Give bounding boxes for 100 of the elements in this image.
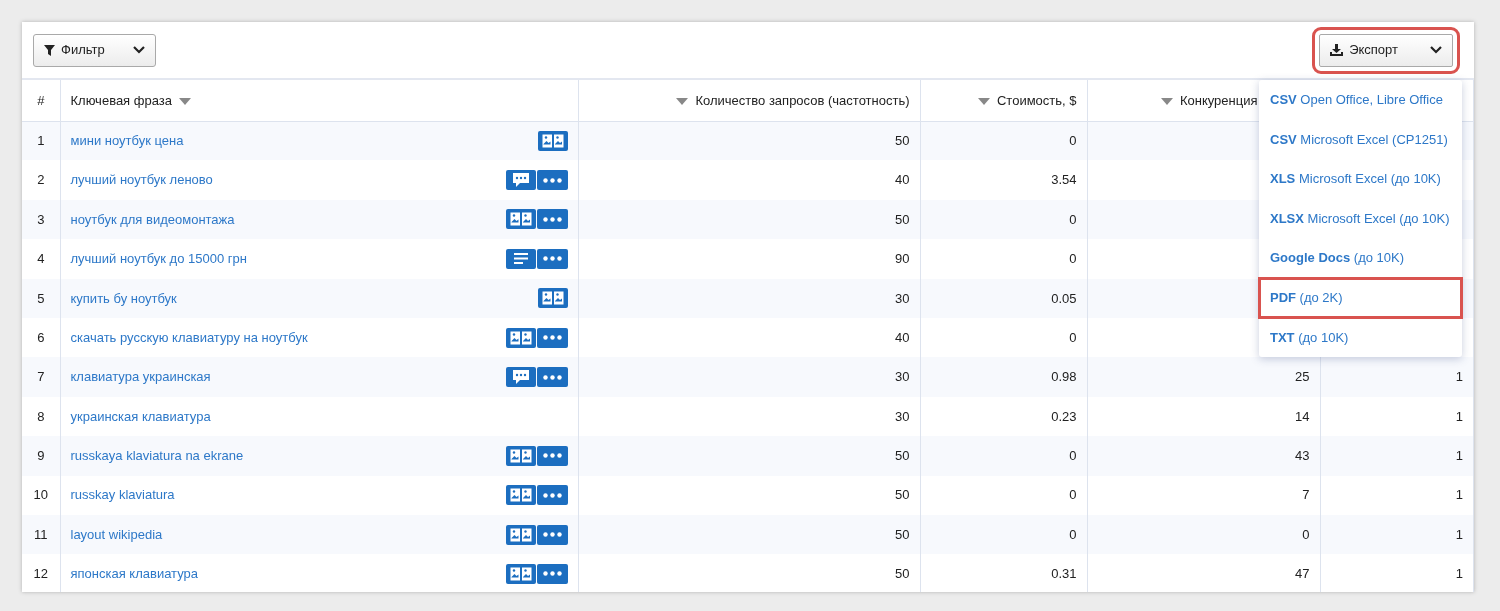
competition-value: 47 <box>1295 566 1310 582</box>
more-button[interactable] <box>536 367 568 388</box>
column-6-value: 1 <box>1455 448 1463 464</box>
frequency-value: 50 <box>895 448 910 464</box>
keyword-link[interactable]: японская клавиатура <box>70 564 199 584</box>
row-number: 3 <box>37 211 45 227</box>
competition-value: 25 <box>1295 369 1310 385</box>
images-icon <box>541 133 564 148</box>
more-button[interactable] <box>536 248 568 269</box>
export-option[interactable]: Google Docs (до 10K) <box>1259 238 1462 278</box>
keyword-link[interactable]: russkay klaviatura <box>70 485 175 505</box>
chevron-down-icon <box>132 46 145 54</box>
keyword-link[interactable]: мини ноутбук цена <box>70 131 184 151</box>
more-button[interactable] <box>536 485 568 506</box>
cost-value: 0 <box>1069 251 1077 267</box>
column-header: Количество запросов (частотность) <box>695 92 910 108</box>
column-6-value: 1 <box>1455 487 1463 503</box>
badge-button[interactable] <box>537 130 568 151</box>
text-lines-icon <box>513 253 528 265</box>
cost-value: 0 <box>1069 448 1077 464</box>
column-6-value: 1 <box>1455 369 1463 385</box>
images-icon <box>541 291 564 306</box>
cost-value: 3.54 <box>1051 172 1077 188</box>
badge-button[interactable] <box>537 288 568 309</box>
more-icon <box>542 453 562 459</box>
frequency-value: 40 <box>895 172 910 188</box>
frequency-value: 50 <box>895 526 910 542</box>
images-icon <box>509 448 532 463</box>
comment-icon <box>511 369 530 385</box>
keyword-link[interactable]: клавиатура украинская <box>70 367 211 387</box>
competition-value: 7 <box>1302 487 1310 503</box>
images-icon <box>509 567 532 581</box>
badge-button[interactable] <box>505 564 536 584</box>
cost-value: 0 <box>1069 487 1077 503</box>
keyword-link[interactable]: ноутбук для видеомонтажа <box>70 209 235 230</box>
frequency-value: 30 <box>895 408 910 424</box>
frequency-value: 50 <box>895 133 910 149</box>
frequency-value: 40 <box>895 329 910 345</box>
more-button[interactable] <box>536 170 568 191</box>
more-icon <box>542 256 562 262</box>
competition-value: 43 <box>1295 448 1310 464</box>
row-number: 8 <box>37 408 45 424</box>
frequency-value: 30 <box>895 290 910 306</box>
filter-button[interactable]: Фильтр <box>33 33 156 67</box>
keyword-link[interactable]: купить бу ноутбук <box>70 288 177 308</box>
more-button[interactable] <box>536 209 568 230</box>
cost-value: 0 <box>1069 329 1077 345</box>
column-header: Ключевая фраза <box>70 92 172 108</box>
more-button[interactable] <box>536 524 568 545</box>
more-button[interactable] <box>536 327 568 348</box>
keyword-link[interactable]: лучший ноутбук до 15000 грн <box>70 249 247 269</box>
images-icon <box>509 212 532 227</box>
download-icon <box>1330 44 1344 56</box>
frequency-value: 50 <box>895 487 910 503</box>
more-icon <box>542 335 562 341</box>
row-number: 4 <box>37 251 45 267</box>
row-number: 7 <box>37 369 45 385</box>
cost-value: 0.31 <box>1051 566 1077 582</box>
badge-button[interactable] <box>505 445 536 466</box>
keyword-link[interactable]: скачать русскую клавиатуру на ноутбук <box>70 327 308 348</box>
cost-value: 0 <box>1069 133 1077 149</box>
export-option[interactable]: CSV Open Office, Libre Office <box>1259 80 1462 120</box>
more-icon <box>542 216 562 222</box>
row-number: 2 <box>37 172 45 188</box>
row-number: 6 <box>37 329 45 345</box>
keyword-link[interactable]: layout wikipedia <box>70 524 163 545</box>
images-icon <box>509 330 532 345</box>
export-option[interactable]: XLSX Microsoft Excel (до 10K) <box>1259 198 1462 239</box>
badge-button[interactable] <box>505 524 536 545</box>
chevron-down-icon <box>1430 46 1442 54</box>
column-6-value: 1 <box>1455 566 1463 582</box>
badge-button[interactable] <box>505 327 536 348</box>
badge-button[interactable] <box>505 209 536 230</box>
export-option[interactable]: TXT (до 10K) <box>1259 317 1462 358</box>
column-header: Конкуренция <box>1179 92 1258 108</box>
badge-button[interactable] <box>505 248 536 269</box>
export-option[interactable]: XLS Microsoft Excel (до 10K) <box>1259 159 1462 199</box>
badge-button[interactable] <box>505 485 536 506</box>
cost-value: 0 <box>1069 526 1077 542</box>
comment-icon <box>511 172 530 188</box>
row-number: 11 <box>34 526 48 542</box>
more-button[interactable] <box>536 564 568 584</box>
more-icon <box>542 571 562 577</box>
more-button[interactable] <box>536 445 568 466</box>
more-icon <box>542 532 562 538</box>
export-option[interactable]: PDF (до 2K) <box>1259 277 1462 318</box>
export-option[interactable]: CSV Microsoft Excel (CP1251) <box>1259 119 1462 160</box>
keyword-link[interactable]: украинская клавиатура <box>70 406 211 427</box>
frequency-value: 50 <box>895 566 910 582</box>
more-icon <box>542 492 562 498</box>
row-number: 9 <box>37 448 45 464</box>
column-6-value: 1 <box>1455 526 1463 542</box>
keyword-link[interactable]: лучший ноутбук леново <box>70 170 213 190</box>
images-icon <box>509 488 532 503</box>
row-number: 10 <box>33 487 48 503</box>
cost-value: 0 <box>1069 211 1077 227</box>
badge-button[interactable] <box>505 367 536 388</box>
badge-button[interactable] <box>505 170 536 191</box>
keyword-link[interactable]: russkaya klaviatura na ekrane <box>70 446 244 466</box>
more-icon <box>542 374 562 380</box>
